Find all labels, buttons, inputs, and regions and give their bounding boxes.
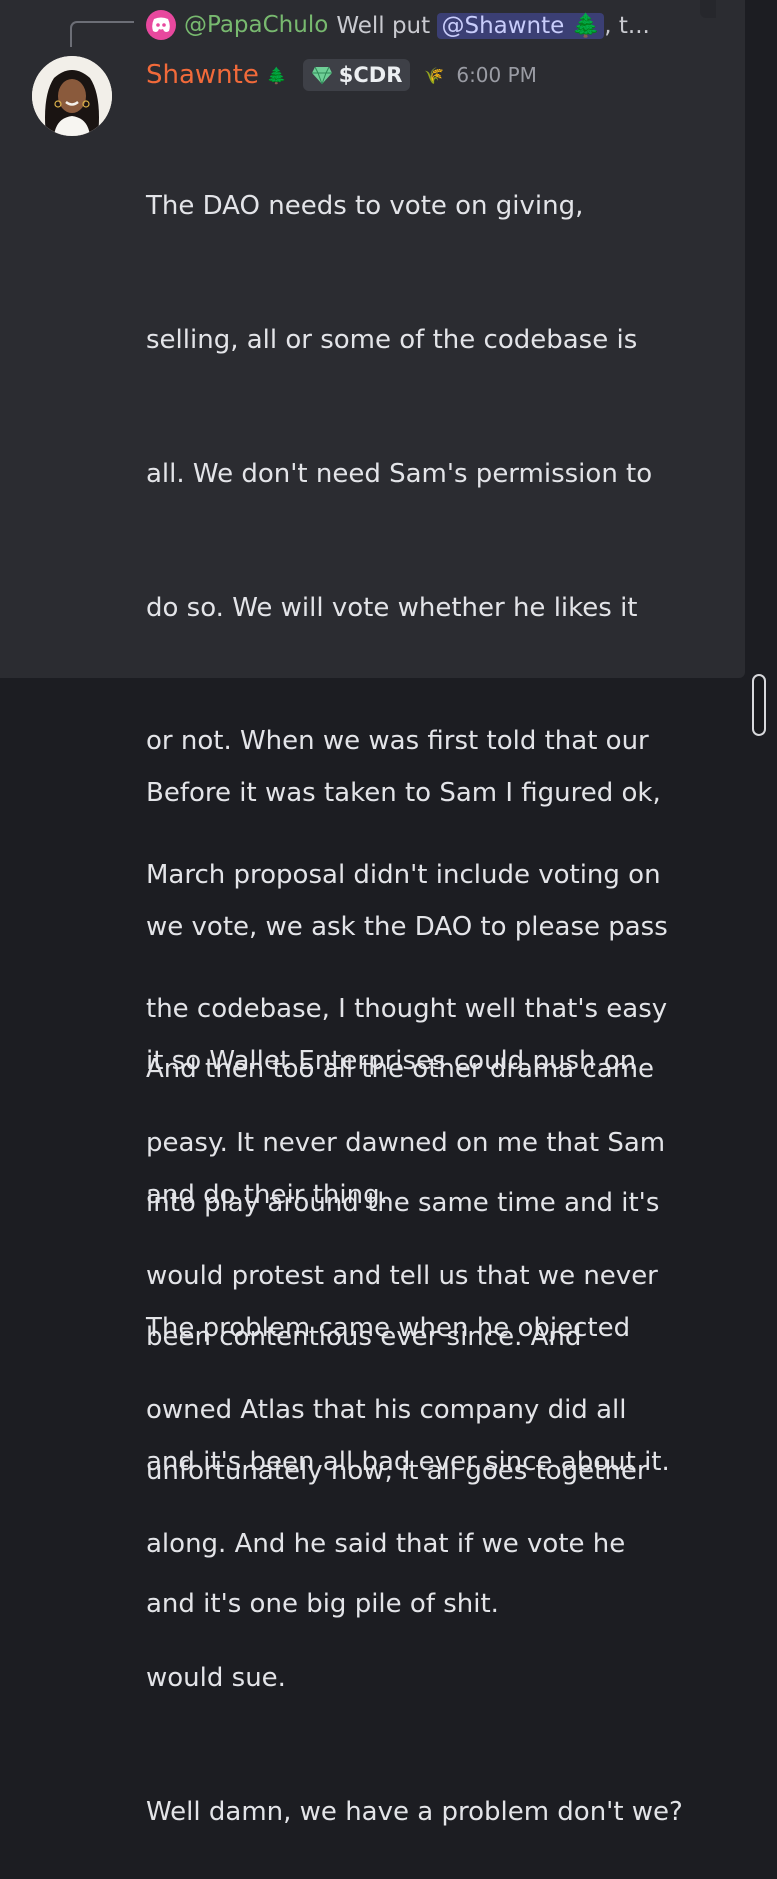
reply-connector [70,21,134,47]
reply-edge [700,0,716,18]
message-line: into play around the same time and it's [146,1187,660,1218]
message-line: do so. We will vote whether he likes it [146,592,638,623]
reply-username[interactable]: @PapaChulo [184,12,328,38]
message-line: and it's one big pile of shit. [146,1589,499,1620]
followup-message-2: And then too all the other drama came in… [146,958,746,1672]
message-line: all. We don't need Sam's permission to [146,458,653,489]
message-line: Well damn, we have a problem don't we? [146,1796,683,1827]
mention-chip[interactable]: @Shawnte 🌲 [437,12,605,39]
timestamp[interactable]: 6:00 PM [456,63,537,87]
wheat-emoji: 🌾 [424,65,445,85]
message-line: And then too all the other drama came [146,1054,655,1085]
green-gem-icon [311,66,332,85]
server-tag[interactable]: $CDR [302,59,411,91]
discord-avatar-icon [146,10,176,40]
message-line: Before it was taken to Sam I figured ok, [146,778,661,809]
message-line: been contentious ever since. And [146,1321,582,1352]
message-line: unfortunately now, it all goes together [146,1455,648,1486]
reply-preview[interactable]: @PapaChulo Well put @Shawnte 🌲, t... [146,6,650,44]
message-line: we vote, we ask the DAO to please pass [146,911,668,942]
avatar[interactable] [32,56,112,136]
message-line: The DAO needs to vote on giving, [146,191,584,222]
message-header: Shawnte 🌲 $CDR 🌾 6:00 PM [146,55,537,95]
author-name[interactable]: Shawnte [146,60,259,90]
tree-emoji: 🌲 [266,65,287,85]
scrollbar-thumb[interactable] [752,674,766,736]
tag-label: $CDR [338,63,403,87]
message-line: selling, all or some of the codebase is [146,324,638,355]
reply-text: Well put @Shawnte 🌲, t... [336,12,650,39]
